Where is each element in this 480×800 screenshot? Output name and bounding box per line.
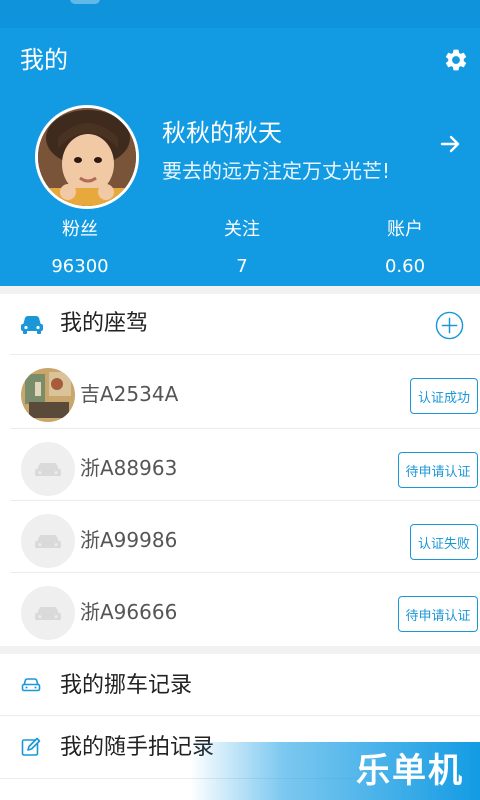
stat-label: 粉丝 bbox=[62, 219, 98, 240]
car-photo-image bbox=[21, 368, 75, 422]
divider bbox=[10, 500, 480, 501]
settings-button[interactable] bbox=[440, 44, 472, 76]
stat-label: 关注 bbox=[224, 219, 260, 240]
avatar-image bbox=[38, 108, 136, 206]
add-car-button[interactable] bbox=[435, 311, 464, 340]
car-avatar bbox=[21, 514, 75, 568]
car-row[interactable]: 浙A88963 待申请认证 bbox=[0, 430, 480, 502]
profile-motto: 要去的远方注定万丈光芒! bbox=[162, 159, 391, 183]
edit-icon bbox=[21, 737, 41, 756]
status-bar-handle bbox=[70, 0, 100, 4]
watermark: 乐单机 bbox=[190, 742, 480, 800]
license-plate: 浙A99986 bbox=[80, 528, 178, 552]
menu-item-move-car-records[interactable]: 我的挪车记录 bbox=[0, 654, 480, 716]
divider bbox=[10, 572, 480, 573]
watermark-text: 乐单机 bbox=[356, 751, 464, 791]
car-row[interactable]: 吉A2534A 认证成功 bbox=[0, 356, 480, 428]
divider bbox=[10, 354, 480, 355]
car-avatar bbox=[21, 586, 75, 640]
car-placeholder-icon bbox=[35, 535, 61, 548]
verify-status-button[interactable]: 待申请认证 bbox=[398, 596, 478, 632]
avatar[interactable] bbox=[35, 105, 139, 209]
stat-fans[interactable]: 粉丝 96300 bbox=[0, 216, 160, 281]
car-placeholder-icon bbox=[35, 463, 61, 476]
license-plate: 浙A88963 bbox=[80, 456, 178, 480]
my-cars-section: 我的座驾 吉A2534A 认证成功 浙A88963 待申请认证 浙A99986 … bbox=[0, 294, 480, 646]
profile-name: 秋秋的秋天 bbox=[162, 119, 282, 147]
stat-value: 96300 bbox=[51, 256, 109, 277]
verify-status-button[interactable]: 认证失败 bbox=[410, 524, 478, 560]
profile-header: 我的 秋秋的秋天 要去的远方注定万丈光芒! 粉丝 96300 关注 7 账户 0… bbox=[0, 0, 480, 286]
my-cars-header: 我的座驾 bbox=[0, 294, 480, 354]
my-cars-title: 我的座驾 bbox=[60, 311, 149, 336]
verify-status-button[interactable]: 待申请认证 bbox=[398, 452, 478, 488]
status-bar bbox=[0, 0, 480, 28]
arrow-right-icon bbox=[440, 135, 460, 153]
stat-value: 0.60 bbox=[384, 256, 426, 277]
stat-value: 7 bbox=[236, 256, 248, 277]
divider bbox=[10, 428, 480, 429]
verify-status-button[interactable]: 认证成功 bbox=[410, 378, 478, 414]
menu-item-label: 我的挪车记录 bbox=[60, 673, 193, 698]
license-plate: 浙A96666 bbox=[80, 600, 178, 624]
car-avatar bbox=[21, 368, 75, 422]
car-placeholder-icon bbox=[35, 607, 61, 620]
car-outline-icon bbox=[21, 678, 41, 692]
stat-account[interactable]: 账户 0.60 bbox=[325, 216, 480, 281]
stat-following[interactable]: 关注 7 bbox=[162, 216, 322, 281]
car-avatar bbox=[21, 442, 75, 496]
car-icon bbox=[21, 316, 43, 334]
page-title: 我的 bbox=[20, 46, 68, 74]
stat-label: 账户 bbox=[387, 219, 423, 240]
license-plate: 吉A2534A bbox=[80, 382, 179, 406]
gear-icon bbox=[445, 49, 467, 71]
car-row[interactable]: 浙A96666 待申请认证 bbox=[0, 574, 480, 646]
car-row[interactable]: 浙A99986 认证失败 bbox=[0, 502, 480, 574]
profile-detail-button[interactable] bbox=[434, 128, 466, 160]
